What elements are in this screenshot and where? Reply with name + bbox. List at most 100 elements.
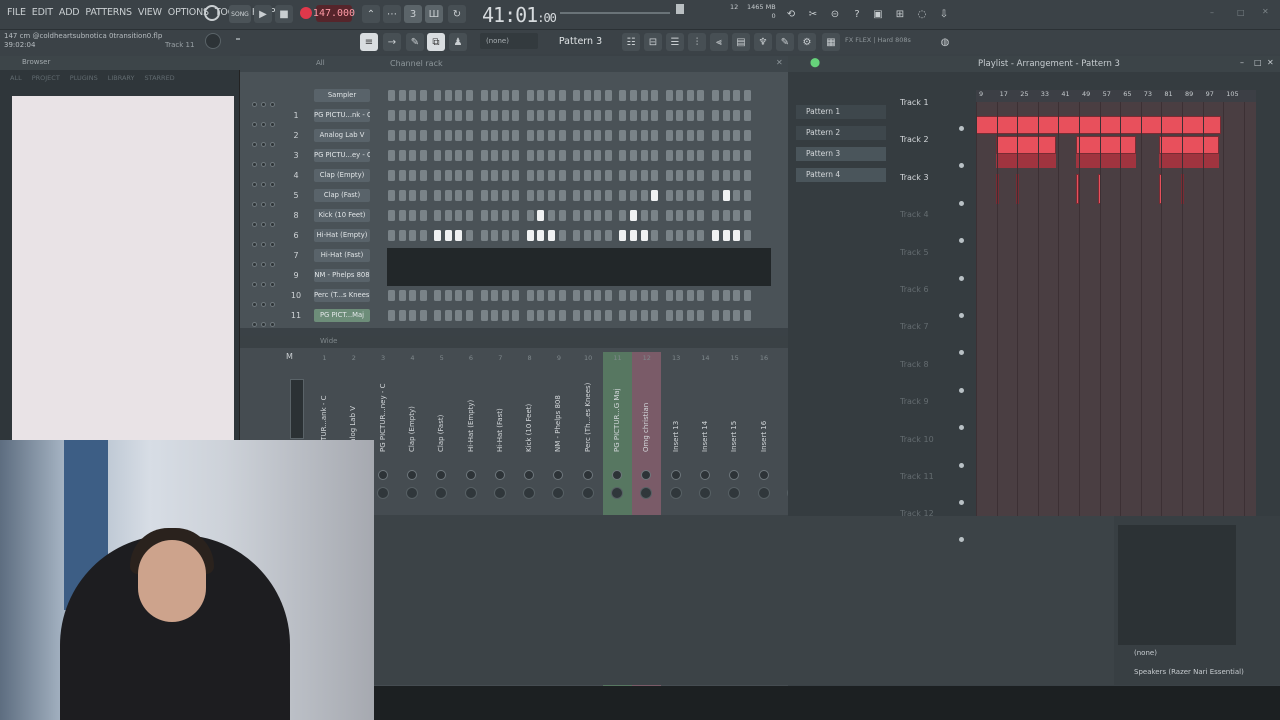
channel-name-button[interactable]: Kick (10 Feet) [314, 209, 370, 222]
step-button[interactable] [573, 150, 581, 161]
step-button[interactable] [537, 170, 545, 181]
stop-icon[interactable]: ■ [275, 5, 293, 23]
step-button[interactable] [676, 150, 684, 161]
channel-number[interactable]: 2 [286, 129, 306, 143]
step-button[interactable] [619, 210, 627, 221]
step-button[interactable] [526, 290, 534, 301]
step-button[interactable] [526, 190, 534, 201]
step-button[interactable] [573, 170, 581, 181]
step-button[interactable] [665, 310, 673, 321]
step-button[interactable] [665, 110, 673, 121]
step-button[interactable] [619, 230, 627, 241]
stereo-knob[interactable] [435, 487, 448, 499]
channel-row[interactable]: 10 Perc (T...s Knees) [248, 289, 778, 307]
pan-knob[interactable] [670, 470, 681, 480]
step-button[interactable] [388, 210, 395, 221]
step-button[interactable] [665, 130, 673, 141]
step-button[interactable] [630, 110, 637, 121]
channel-row[interactable]: 4 Clap (Empty) [248, 169, 778, 187]
step-button[interactable] [480, 150, 488, 161]
step-button[interactable] [491, 110, 499, 121]
step-button[interactable] [583, 290, 591, 301]
step-button[interactable] [711, 210, 719, 221]
channel-mute-toggle[interactable] [252, 102, 257, 107]
step-button[interactable] [619, 90, 627, 101]
step-button[interactable] [501, 150, 509, 161]
playlist-clip[interactable] [996, 136, 1056, 154]
step-button[interactable] [466, 170, 474, 181]
channel-mute-toggle[interactable] [270, 122, 275, 127]
step-button[interactable] [409, 90, 417, 101]
step-button[interactable] [583, 210, 591, 221]
channel-mute-toggle[interactable] [252, 122, 257, 127]
channel-mute-toggle[interactable] [270, 222, 275, 227]
channel-mute-toggle[interactable] [261, 282, 266, 287]
step-button[interactable] [558, 210, 566, 221]
step-button[interactable] [711, 230, 719, 241]
channel-name-button[interactable]: Hi-Hat (Empty) [314, 229, 370, 242]
step-button[interactable] [537, 230, 545, 241]
channel-name-button[interactable]: Analog Lab V [314, 129, 370, 142]
track-mute-dot[interactable] [959, 126, 964, 131]
step-button[interactable] [743, 230, 751, 241]
step-button[interactable] [583, 90, 591, 101]
flex-icon[interactable]: ◍ [936, 33, 954, 51]
step-button[interactable] [419, 190, 427, 201]
step-button[interactable] [686, 210, 694, 221]
step-button[interactable] [558, 290, 566, 301]
step-button[interactable] [455, 90, 463, 101]
step-button[interactable] [686, 90, 694, 101]
master-volume-knob2[interactable] [205, 33, 221, 49]
plugin-icon[interactable]: ⊞ [891, 5, 909, 23]
step-button[interactable] [604, 170, 612, 181]
step-button[interactable] [409, 150, 417, 161]
channel-name-button[interactable]: Perc (T...s Knees) [314, 289, 370, 302]
step-button[interactable] [711, 150, 719, 161]
pan-knob[interactable] [699, 470, 710, 480]
channel-mute-toggle[interactable] [252, 302, 257, 307]
step-button[interactable] [491, 90, 499, 101]
pan-knob[interactable] [465, 470, 476, 480]
help-icon[interactable]: ? [848, 5, 866, 23]
channel-number[interactable]: 10 [286, 289, 306, 303]
step-button[interactable] [466, 110, 474, 121]
step-button[interactable] [491, 230, 499, 241]
step-button[interactable] [743, 210, 751, 221]
step-button[interactable] [686, 110, 694, 121]
step-button[interactable] [526, 130, 534, 141]
step-button[interactable] [583, 230, 591, 241]
pan-knob[interactable] [729, 470, 740, 480]
pan-knob[interactable] [436, 470, 447, 480]
window-minimize-icon[interactable]: – [1210, 8, 1214, 17]
playlist-minimize-icon[interactable]: – [1240, 58, 1244, 67]
channel-mute-toggle[interactable] [261, 122, 266, 127]
channel-mute-toggle[interactable] [252, 242, 257, 247]
step-button[interactable] [398, 110, 406, 121]
pan-knob[interactable] [377, 470, 388, 480]
step-button[interactable] [480, 170, 488, 181]
step-button[interactable] [537, 210, 545, 221]
step-button[interactable] [583, 170, 591, 181]
step-button[interactable] [409, 310, 417, 321]
step-button[interactable] [455, 230, 463, 241]
step-button[interactable] [651, 90, 659, 101]
step-button[interactable] [466, 310, 474, 321]
step-button[interactable] [630, 170, 637, 181]
step-button[interactable] [466, 230, 474, 241]
browser-tab-all[interactable]: ALL [10, 74, 22, 86]
channel-number[interactable]: 8 [286, 209, 306, 223]
pattern-list-item[interactable]: Pattern 4 [796, 168, 886, 182]
step-button[interactable] [676, 290, 684, 301]
step-button[interactable] [455, 210, 463, 221]
step-button[interactable] [594, 110, 602, 121]
playlist-close-icon[interactable]: ✕ [1267, 58, 1274, 67]
step-button[interactable] [398, 150, 406, 161]
step-button[interactable] [651, 230, 659, 241]
channel-mute-toggle[interactable] [270, 162, 275, 167]
step-button[interactable] [558, 150, 566, 161]
pattern-list-item[interactable]: Pattern 2 [796, 126, 886, 140]
step-button[interactable] [434, 90, 442, 101]
step-button[interactable] [548, 150, 556, 161]
step-button[interactable] [583, 190, 591, 201]
step-button[interactable] [512, 190, 520, 201]
